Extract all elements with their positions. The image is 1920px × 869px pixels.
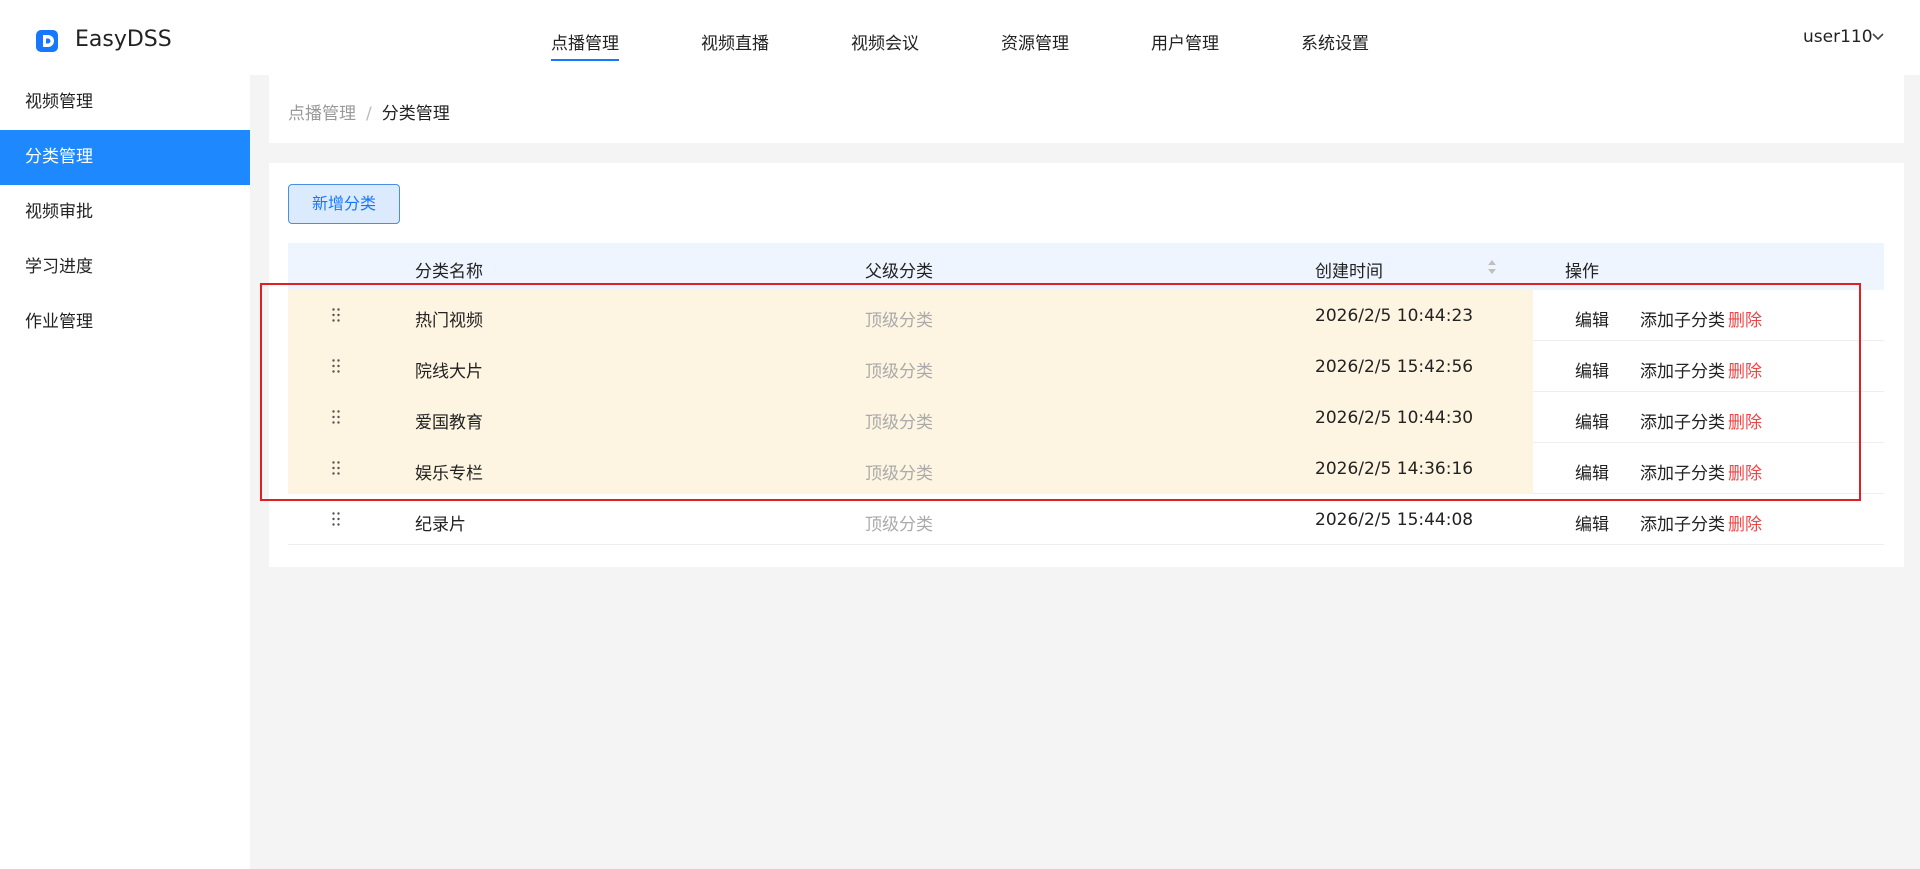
created-time: 2026/2/5 15:44:08 xyxy=(1315,510,1474,530)
breadcrumb-parent[interactable]: 点播管理 xyxy=(288,104,356,124)
drag-handle-icon[interactable] xyxy=(331,307,341,323)
breadcrumb-card: 点播管理 / 分类管理 xyxy=(269,75,1904,143)
chevron-down-icon[interactable] xyxy=(1871,32,1885,42)
edit-button[interactable]: 编辑 xyxy=(1575,510,1609,535)
delete-button[interactable]: 删除 xyxy=(1728,510,1762,535)
table-row: 院线大片 顶级分类 2026/2/5 15:42:56 编辑 添加子分类 删除 xyxy=(288,341,1884,392)
category-name: 纪录片 xyxy=(415,515,466,535)
sort-icon[interactable] xyxy=(1486,258,1498,276)
breadcrumb-current: 分类管理 xyxy=(381,104,450,124)
easydss-logo-icon xyxy=(36,30,58,52)
breadcrumb: 点播管理 / 分类管理 xyxy=(288,99,450,124)
drag-handle-icon[interactable] xyxy=(331,358,341,374)
category-name: 院线大片 xyxy=(415,362,483,382)
add-category-button[interactable]: 新增分类 xyxy=(288,184,400,224)
add-subcategory-button[interactable]: 添加子分类 xyxy=(1640,408,1725,433)
nav-item-users[interactable]: 用户管理 xyxy=(1151,29,1219,54)
column-header-actions: 操作 xyxy=(1565,262,1599,282)
created-time: 2026/2/5 10:44:23 xyxy=(1315,306,1474,326)
nav-item-vod[interactable]: 点播管理 xyxy=(551,29,619,61)
edit-button[interactable]: 编辑 xyxy=(1575,357,1609,382)
add-subcategory-button[interactable]: 添加子分类 xyxy=(1640,357,1725,382)
add-subcategory-button[interactable]: 添加子分类 xyxy=(1640,510,1725,535)
created-time: 2026/2/5 14:36:16 xyxy=(1315,459,1474,479)
drag-handle-icon[interactable] xyxy=(331,409,341,425)
delete-button[interactable]: 删除 xyxy=(1728,357,1762,382)
brand-name: EasyDSS xyxy=(75,27,172,52)
parent-category: 顶级分类 xyxy=(865,464,933,484)
user-menu[interactable]: user110 xyxy=(1803,27,1873,47)
delete-button[interactable]: 删除 xyxy=(1728,408,1762,433)
add-subcategory-button[interactable]: 添加子分类 xyxy=(1640,306,1725,331)
created-time: 2026/2/5 15:42:56 xyxy=(1315,357,1474,377)
category-card: 新增分类 分类名称 父级分类 创建时间 操作 热门视频 顶级分类 2026/2/… xyxy=(269,163,1904,567)
table-row: 爱国教育 顶级分类 2026/2/5 10:44:30 编辑 添加子分类 删除 xyxy=(288,392,1884,443)
table-row: 娱乐专栏 顶级分类 2026/2/5 14:36:16 编辑 添加子分类 删除 xyxy=(288,443,1884,494)
parent-category: 顶级分类 xyxy=(865,413,933,433)
edit-button[interactable]: 编辑 xyxy=(1575,408,1609,433)
nav-item-meeting[interactable]: 视频会议 xyxy=(851,29,919,54)
nav-item-settings[interactable]: 系统设置 xyxy=(1301,29,1369,54)
sidebar-item-video-approval[interactable]: 视频审批 xyxy=(0,185,250,240)
delete-button[interactable]: 删除 xyxy=(1728,306,1762,331)
sidebar-item-homework-management[interactable]: 作业管理 xyxy=(0,295,250,350)
sidebar-item-video-management[interactable]: 视频管理 xyxy=(0,75,250,130)
sidebar-item-category-management[interactable]: 分类管理 xyxy=(0,130,250,185)
add-subcategory-button[interactable]: 添加子分类 xyxy=(1640,459,1725,484)
parent-category: 顶级分类 xyxy=(865,515,933,535)
delete-button[interactable]: 删除 xyxy=(1728,459,1762,484)
breadcrumb-separator: / xyxy=(366,104,372,124)
created-time: 2026/2/5 10:44:30 xyxy=(1315,408,1474,428)
nav-item-resources[interactable]: 资源管理 xyxy=(1001,29,1069,54)
table-row: 热门视频 顶级分类 2026/2/5 10:44:23 编辑 添加子分类 删除 xyxy=(288,290,1884,341)
drag-handle-icon[interactable] xyxy=(331,511,341,527)
parent-category: 顶级分类 xyxy=(865,311,933,331)
column-header-name: 分类名称 xyxy=(415,262,483,282)
table-header: 分类名称 父级分类 创建时间 操作 xyxy=(288,243,1884,290)
edit-button[interactable]: 编辑 xyxy=(1575,459,1609,484)
table-row: 纪录片 顶级分类 2026/2/5 15:44:08 编辑 添加子分类 删除 xyxy=(288,494,1884,545)
drag-handle-icon[interactable] xyxy=(331,460,341,476)
sidebar-item-learning-progress[interactable]: 学习进度 xyxy=(0,240,250,295)
nav-item-live[interactable]: 视频直播 xyxy=(701,29,769,54)
category-name: 热门视频 xyxy=(415,311,483,331)
category-name: 娱乐专栏 xyxy=(415,464,483,484)
column-header-parent: 父级分类 xyxy=(865,262,933,282)
top-header: EasyDSS 点播管理 视频直播 视频会议 资源管理 用户管理 系统设置 us… xyxy=(0,0,1920,75)
category-name: 爱国教育 xyxy=(415,413,483,433)
edit-button[interactable]: 编辑 xyxy=(1575,306,1609,331)
sidebar: 视频管理 分类管理 视频审批 学习进度 作业管理 xyxy=(0,75,250,869)
column-header-created[interactable]: 创建时间 xyxy=(1315,257,1383,282)
parent-category: 顶级分类 xyxy=(865,362,933,382)
